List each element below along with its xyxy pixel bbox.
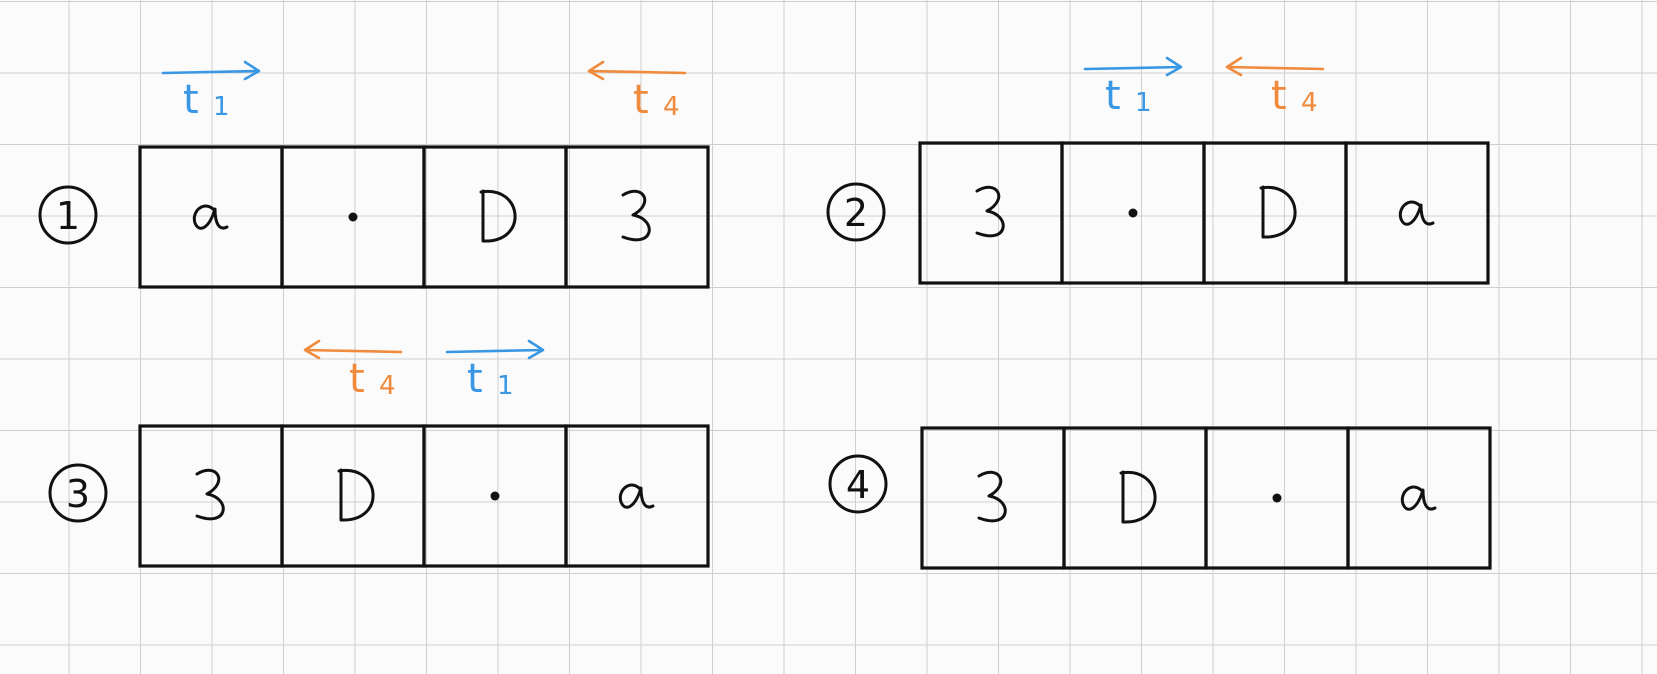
pointer-t4: t4 bbox=[587, 60, 687, 123]
pointer-t1: t1 bbox=[445, 339, 545, 402]
array-cell-2 bbox=[1202, 141, 1348, 285]
panel-number: 3 bbox=[66, 472, 90, 516]
right-arrow-icon bbox=[445, 339, 545, 360]
array-cell-1 bbox=[1062, 426, 1208, 570]
panel-number: 2 bbox=[844, 191, 868, 235]
array-cell-3 bbox=[1346, 426, 1492, 570]
letter-d-glyph bbox=[337, 468, 375, 522]
pointer-subscript: 4 bbox=[1301, 88, 1318, 118]
panel-number-badge: 2 bbox=[826, 182, 886, 242]
letter-d-glyph bbox=[1259, 185, 1297, 239]
array-cell-3 bbox=[1344, 141, 1490, 285]
alpha-glyph bbox=[1398, 200, 1435, 226]
digit-three-glyph bbox=[977, 470, 1007, 523]
array-cell-0 bbox=[920, 426, 1066, 570]
array-cell-3 bbox=[564, 145, 710, 289]
pointer-label: t bbox=[467, 356, 483, 402]
pointer-subscript: 1 bbox=[213, 92, 230, 122]
pointer-label: t bbox=[1271, 73, 1287, 119]
array-cell-2 bbox=[422, 424, 568, 568]
cell-border bbox=[422, 145, 568, 289]
array-cell-0 bbox=[918, 141, 1064, 285]
pointer-label: t bbox=[633, 77, 649, 123]
letter-d-glyph bbox=[479, 189, 517, 243]
pointer-t1: t1 bbox=[161, 60, 261, 123]
panel-number: 1 bbox=[56, 194, 80, 238]
array-panel-2: 2t 1 t 4 bbox=[826, 56, 1490, 285]
digit-three-glyph bbox=[195, 468, 225, 521]
array-cell-1 bbox=[280, 424, 426, 568]
cell-border bbox=[280, 424, 426, 568]
array-cell-1 bbox=[280, 145, 426, 289]
array-swap-diagram: 1t 1 t 42t 1 t 43t 4 t 14 bbox=[38, 56, 1492, 570]
alpha-glyph bbox=[618, 483, 655, 509]
array-cell-3 bbox=[564, 424, 710, 568]
dot-symbol bbox=[1272, 493, 1282, 503]
pointer-t4: t4 bbox=[1225, 56, 1325, 119]
alpha-glyph bbox=[192, 204, 229, 230]
array-cell-0 bbox=[138, 424, 284, 568]
array-panel-3: 3t 4 t 1 bbox=[48, 339, 710, 568]
panel-number-badge: 1 bbox=[38, 185, 98, 245]
cell-border bbox=[1202, 141, 1348, 285]
array-panel-4: 4 bbox=[828, 426, 1492, 570]
cell-border bbox=[1062, 426, 1208, 570]
digit-three-glyph bbox=[975, 185, 1005, 238]
pointer-subscript: 4 bbox=[663, 92, 680, 122]
grid-paper-canvas: 1t1t42t1t43t4t14 bbox=[0, 0, 1657, 674]
panel-number: 4 bbox=[846, 463, 870, 507]
dot-symbol bbox=[348, 212, 358, 222]
letter-d-glyph bbox=[1119, 470, 1157, 524]
dot-symbol bbox=[490, 491, 500, 501]
digit-three-glyph bbox=[621, 189, 651, 242]
pointer-t1: t1 bbox=[1083, 56, 1183, 119]
dot-symbol bbox=[1128, 208, 1138, 218]
pointer-label: t bbox=[183, 77, 199, 123]
panel-number-badge: 4 bbox=[828, 454, 888, 514]
right-arrow-icon bbox=[1083, 56, 1183, 77]
pointer-t4: t4 bbox=[303, 339, 403, 402]
array-cell-2 bbox=[1204, 426, 1350, 570]
array-panel-1: 1t 1 t 4 bbox=[38, 60, 710, 289]
pointer-subscript: 1 bbox=[497, 371, 514, 401]
pointer-label: t bbox=[349, 356, 365, 402]
pointer-subscript: 4 bbox=[379, 371, 396, 401]
pointer-subscript: 1 bbox=[1135, 88, 1152, 118]
alpha-glyph bbox=[1400, 485, 1437, 511]
panel-number-badge: 3 bbox=[48, 463, 108, 523]
pointer-label: t bbox=[1105, 73, 1121, 119]
array-cell-2 bbox=[422, 145, 568, 289]
right-arrow-icon bbox=[161, 60, 261, 81]
array-cell-0 bbox=[138, 145, 284, 289]
array-cell-1 bbox=[1060, 141, 1206, 285]
